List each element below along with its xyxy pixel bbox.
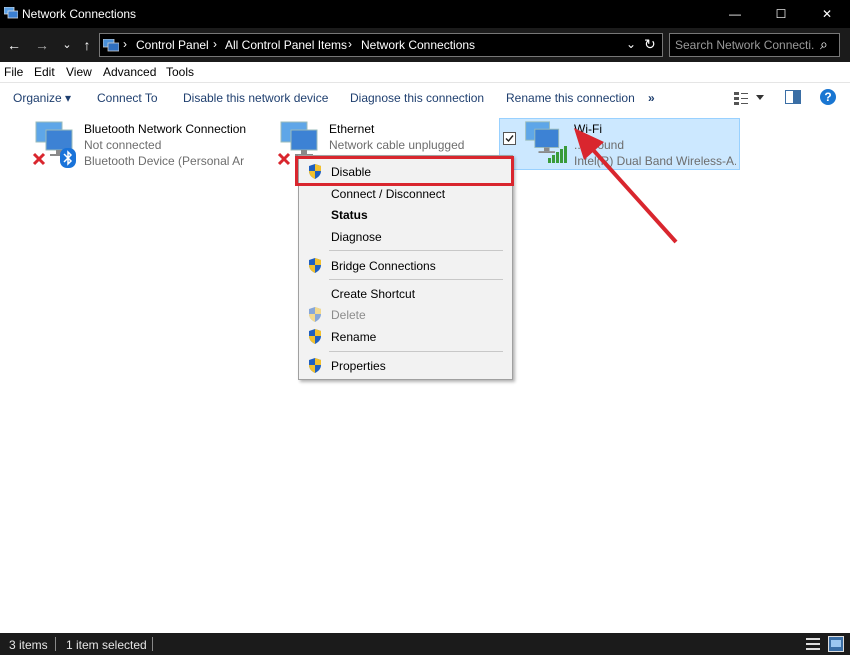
connection-device: Bluetooth Device (Personal Ar... [84, 154, 244, 168]
connect-to-button[interactable]: Connect To [97, 91, 158, 105]
menu-item-label: Status [331, 208, 368, 222]
command-bar: Organize ▾ Connect To Disable this netwo… [0, 82, 850, 112]
uac-shield-icon [309, 329, 321, 344]
details-view-icon[interactable] [806, 637, 820, 651]
preview-pane-icon[interactable] [785, 90, 801, 105]
search-box[interactable]: ⌕ [669, 33, 840, 57]
menu-item-label: Properties [331, 359, 386, 373]
control-panel-icon [103, 39, 119, 52]
menu-item-properties[interactable]: Properties [299, 355, 512, 376]
window-title: Network Connections [22, 7, 137, 21]
menu-item-label: Create Shortcut [331, 287, 416, 301]
more-commands-button[interactable]: » [648, 91, 655, 105]
refresh-icon[interactable]: ↻ [644, 36, 656, 53]
menu-item-status[interactable]: Status [299, 204, 512, 225]
annotation-arrow [574, 128, 678, 244]
organize-button[interactable]: Organize ▾ [13, 91, 71, 105]
menu-item-diagnose[interactable]: Diagnose [299, 226, 512, 247]
change-view-icon[interactable] [733, 90, 749, 106]
menu-item-rename[interactable]: Rename [299, 326, 512, 347]
selection-count: 1 item selected [66, 638, 147, 652]
menu-item-label: Connect / Disconnect [331, 187, 446, 201]
search-icon[interactable]: ⌕ [820, 36, 828, 53]
back-button[interactable]: ← [4, 36, 24, 54]
menu-separator [329, 279, 503, 280]
address-dropdown-icon[interactable]: ⌄ [626, 37, 636, 51]
menu-file[interactable]: File [4, 65, 23, 79]
bluetooth-icon [60, 148, 76, 168]
title-bar: Network Connections — ☐ ✕ [0, 0, 850, 28]
menu-item-label: Rename [331, 330, 377, 344]
breadcrumb-network-connections[interactable]: Network Connections [361, 38, 475, 52]
status-bar: 3 items 1 item selected [0, 633, 850, 655]
connection-status: Not connected [84, 138, 162, 152]
breadcrumb-control-panel[interactable]: Control Panel [136, 38, 209, 52]
up-button[interactable]: ↑ [77, 36, 97, 54]
breadcrumb-separator: › [123, 37, 127, 51]
maximize-button[interactable]: ☐ [758, 0, 804, 28]
menu-item-bridge-connections[interactable]: Bridge Connections [299, 255, 512, 276]
menu-separator [329, 351, 503, 352]
menu-tools[interactable]: Tools [166, 65, 194, 79]
breadcrumb-all-items[interactable]: All Control Panel Items [225, 38, 347, 52]
connection-bluetooth[interactable]: Bluetooth Network Connection Not connect… [32, 120, 252, 174]
search-input[interactable] [675, 37, 815, 53]
address-field[interactable]: › Control Panel › All Control Panel Item… [99, 33, 663, 57]
uac-shield-icon [309, 358, 321, 373]
uac-shield-icon [309, 258, 321, 273]
connection-name: Bluetooth Network Connection [84, 122, 247, 136]
selection-checkbox-icon[interactable] [503, 132, 516, 145]
menu-item-connect-disconnect[interactable]: Connect / Disconnect [299, 183, 512, 204]
status-separator [55, 637, 56, 651]
annotation-highlight-box [295, 156, 514, 186]
breadcrumb-separator: › [348, 37, 352, 51]
menu-item-label: Delete [331, 308, 366, 322]
menu-advanced[interactable]: Advanced [103, 65, 156, 79]
menu-item-create-shortcut[interactable]: Create Shortcut [299, 283, 512, 304]
view-dropdown-icon[interactable] [756, 95, 764, 101]
minimize-button[interactable]: — [712, 0, 758, 28]
disable-device-button[interactable]: Disable this network device [183, 91, 328, 105]
menu-edit[interactable]: Edit [34, 65, 55, 79]
item-count: 3 items [9, 638, 48, 652]
recent-locations-button[interactable]: ⌄ [57, 36, 77, 54]
menu-item-label: Bridge Connections [331, 259, 436, 273]
menu-item-delete[interactable]: Delete [299, 304, 512, 325]
menu-item-label: Diagnose [331, 230, 382, 244]
menu-separator [329, 250, 503, 251]
menu-bar: File Edit View Advanced Tools [0, 62, 850, 82]
diagnose-button[interactable]: Diagnose this connection [350, 91, 484, 105]
rename-button[interactable]: Rename this connection [506, 91, 635, 105]
disconnected-x-icon [32, 152, 46, 166]
address-bar: ← → ⌄ ↑ › Control Panel › All Control Pa… [0, 28, 850, 62]
uac-shield-icon [309, 307, 321, 322]
close-button[interactable]: ✕ [804, 0, 850, 28]
network-connections-icon [4, 7, 18, 19]
disconnected-x-icon [277, 152, 291, 166]
connection-name: Ethernet [329, 122, 375, 136]
forward-button[interactable]: → [32, 36, 52, 54]
status-separator [152, 637, 153, 651]
connection-status: Network cable unplugged [329, 138, 465, 152]
context-menu: Disable Connect / Disconnect Status Diag… [298, 155, 513, 380]
large-icons-view-icon[interactable] [828, 636, 844, 652]
help-icon[interactable]: ? [820, 89, 836, 105]
menu-view[interactable]: View [66, 65, 92, 79]
breadcrumb-separator: › [213, 37, 217, 51]
